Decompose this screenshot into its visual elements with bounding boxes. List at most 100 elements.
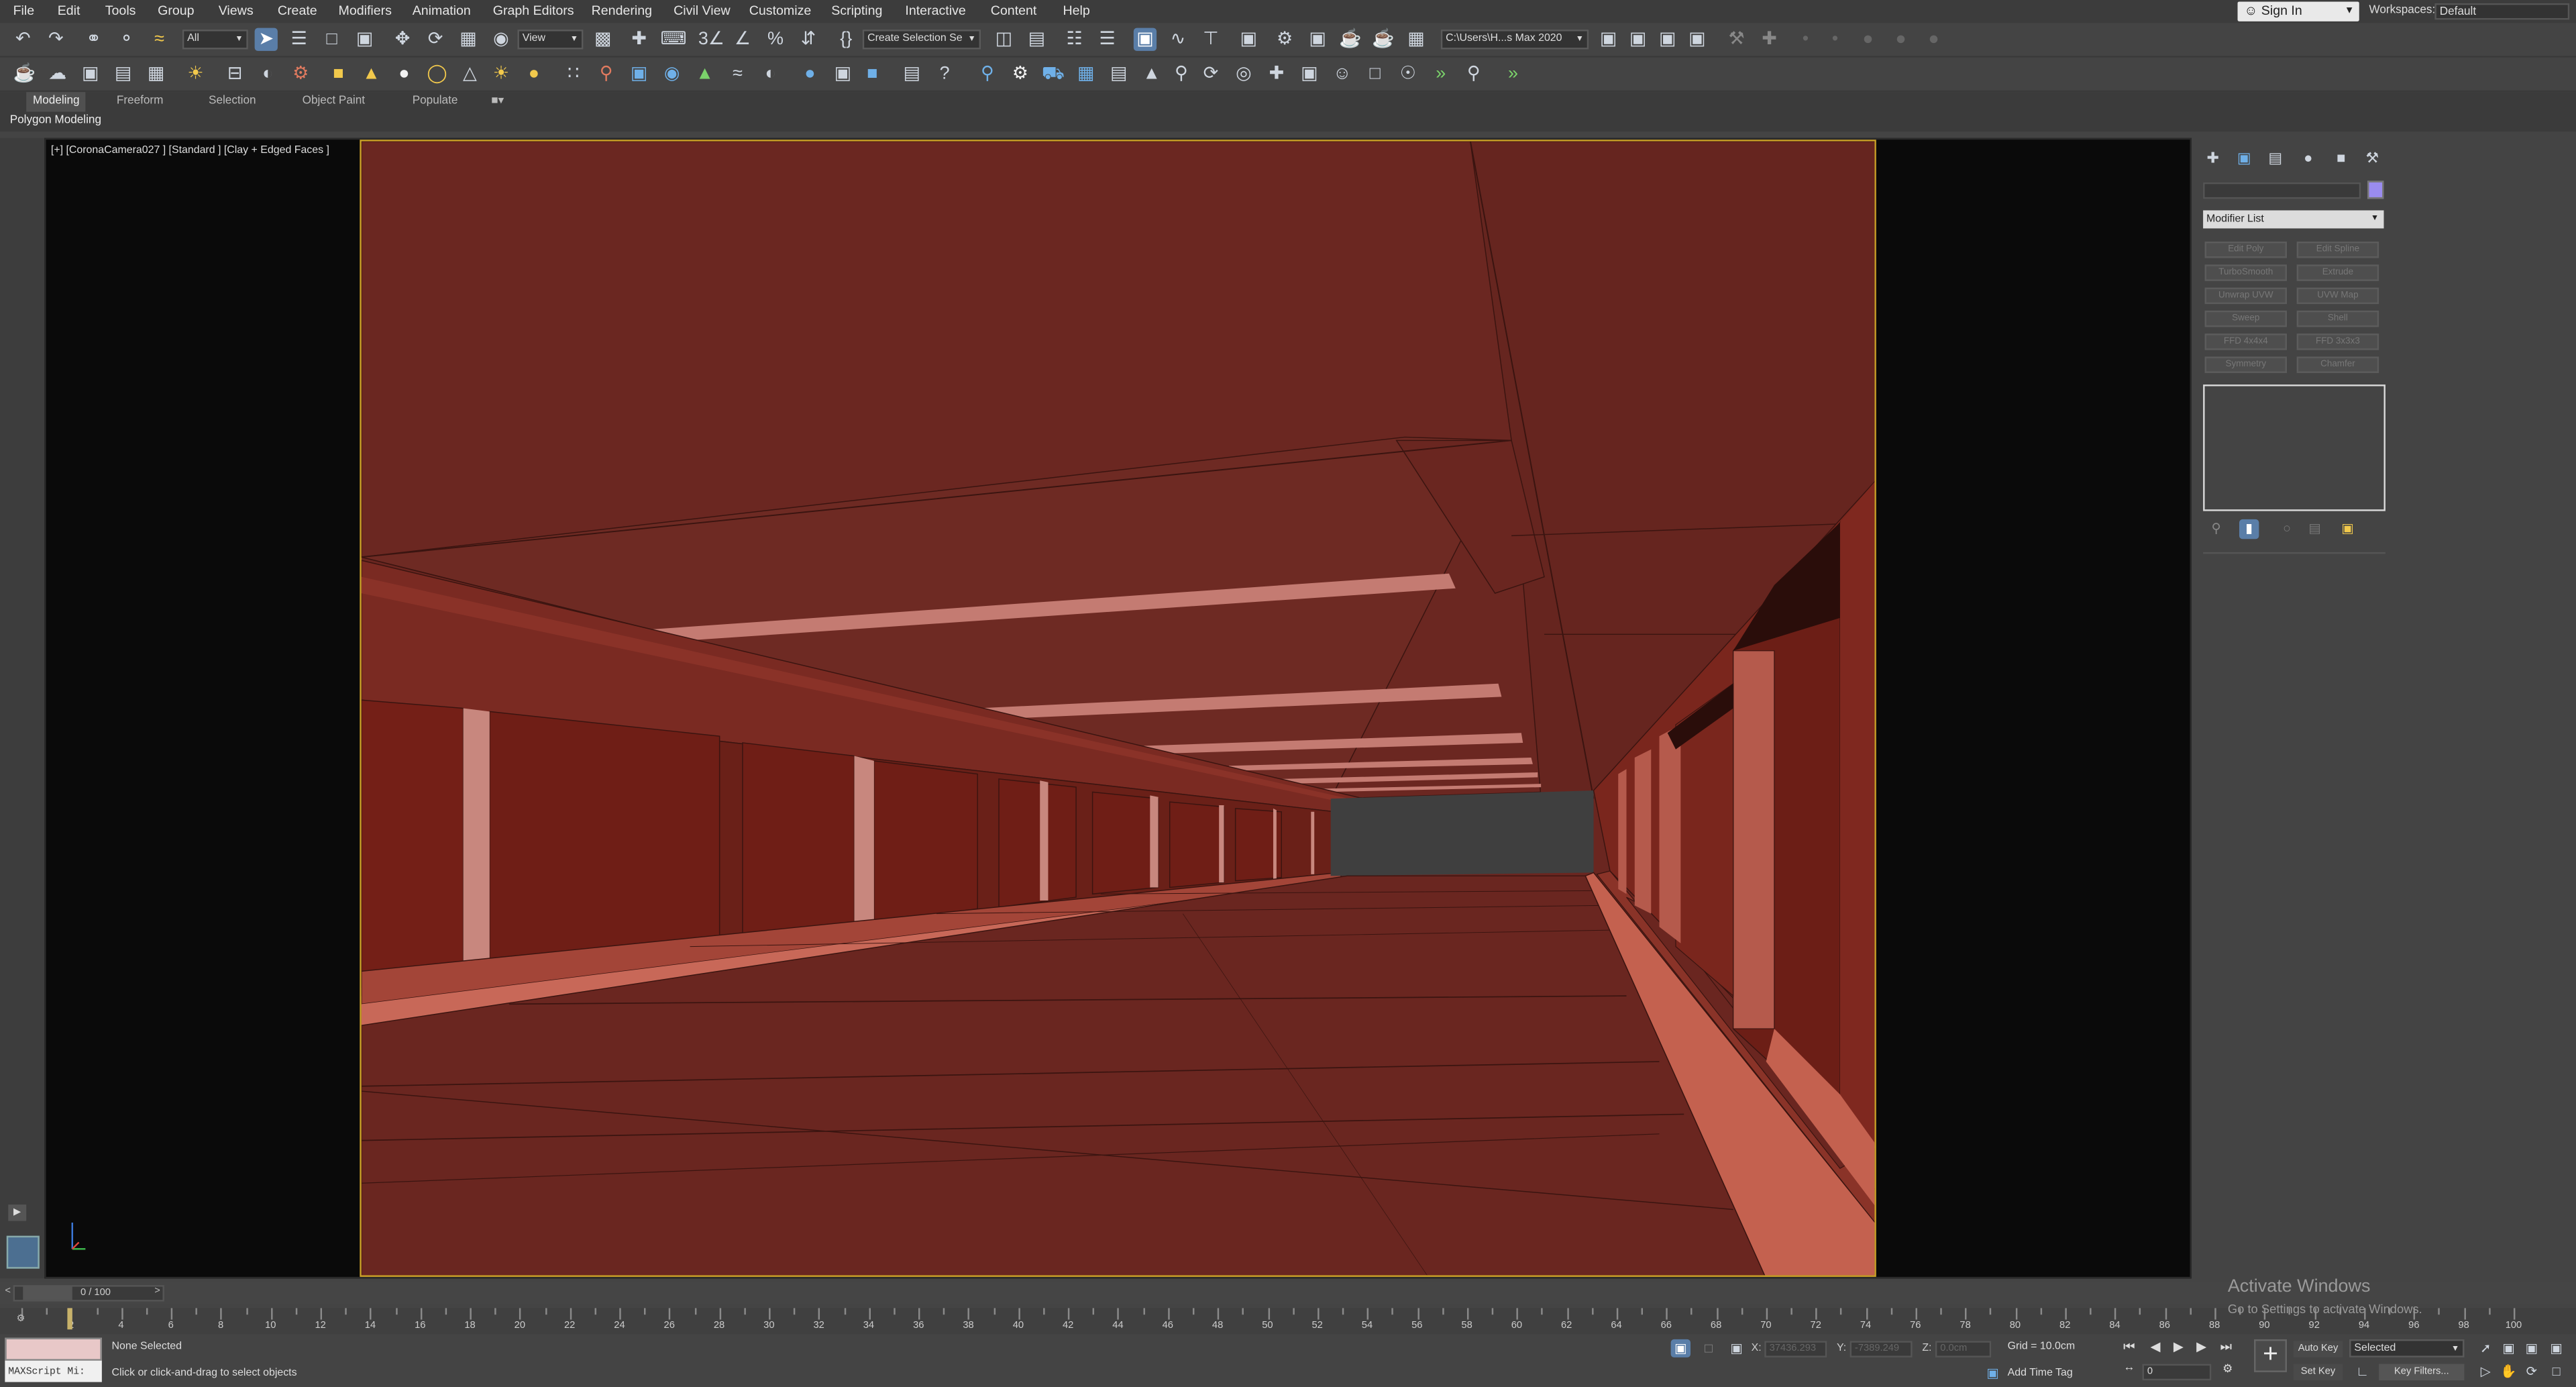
ribbon-options-icon[interactable]: ■▾ bbox=[491, 92, 504, 111]
zoom-extents-icon[interactable]: ▣ bbox=[2522, 1339, 2541, 1357]
plus-tool-icon[interactable]: ✚ bbox=[1758, 28, 1780, 51]
ref-coord-dropdown[interactable]: View ▼ bbox=[517, 30, 584, 50]
unwrap-uvw-button[interactable]: Unwrap UVW bbox=[2204, 287, 2288, 305]
redo-icon[interactable]: ↷ bbox=[44, 28, 67, 51]
grid-plus-icon[interactable]: ✚ bbox=[1265, 62, 1288, 85]
cloud-icon[interactable]: ☁ bbox=[46, 62, 69, 85]
menu-scripting[interactable]: Scripting bbox=[831, 0, 882, 23]
pin-icon[interactable]: ⚲ bbox=[976, 62, 999, 85]
menu-civil-view[interactable]: Civil View bbox=[674, 0, 731, 23]
chamfer-button[interactable]: Chamfer bbox=[2296, 356, 2379, 373]
tent-icon[interactable]: ▲ bbox=[1140, 62, 1163, 85]
curve-editor-icon[interactable]: ∿ bbox=[1167, 28, 1189, 51]
next-key-icon[interactable]: ▶ bbox=[2192, 1339, 2211, 1354]
go-to-start-icon[interactable]: ⏮ bbox=[2119, 1339, 2139, 1355]
box-outline-icon[interactable]: □ bbox=[1364, 62, 1387, 85]
scene-explorer-icon[interactable]: ☷ bbox=[1063, 28, 1086, 51]
select-object-icon[interactable]: ➤ bbox=[254, 28, 278, 51]
hierarchy-tab-icon[interactable]: ▤ bbox=[2264, 148, 2287, 167]
x-coordinate-field[interactable]: 37436.293 bbox=[1764, 1341, 1827, 1357]
target-icon[interactable]: ◎ bbox=[1232, 62, 1255, 85]
set-key-button[interactable]: Set Key bbox=[2293, 1364, 2343, 1381]
people-icon[interactable]: ☺ bbox=[1331, 62, 1354, 85]
motion-tab-icon[interactable]: ● bbox=[2297, 148, 2320, 167]
play-icon[interactable]: ▶ bbox=[2169, 1339, 2188, 1354]
tab-modeling[interactable]: Modeling bbox=[26, 92, 87, 112]
render-icon[interactable]: ☕ bbox=[1339, 28, 1362, 51]
ribbon-toggle-icon[interactable]: ▣ bbox=[1133, 28, 1157, 51]
maxscript-mini-listener[interactable]: MAXScript Mi: bbox=[5, 1360, 102, 1382]
prev-frame-icon[interactable]: < bbox=[5, 1287, 11, 1297]
gear-icon[interactable]: ⚙ bbox=[1009, 62, 1032, 85]
y-coordinate-field[interactable]: -7389.249 bbox=[1849, 1341, 1913, 1357]
ffd-3x3x3-button[interactable]: FFD 3x3x3 bbox=[2296, 333, 2379, 350]
bind-spacewarp-icon[interactable]: ≈ bbox=[148, 28, 170, 51]
menu-rendering[interactable]: Rendering bbox=[592, 0, 652, 23]
trackbar-filter-icon[interactable]: ⚙ bbox=[16, 1313, 25, 1325]
pyramid-icon[interactable]: △ bbox=[458, 62, 481, 85]
extrude-button[interactable]: Extrude bbox=[2296, 264, 2379, 281]
rotate-gear-icon[interactable]: ⟳ bbox=[1199, 62, 1222, 85]
tree-icon[interactable]: ▲ bbox=[693, 62, 716, 85]
symmetry-button[interactable]: Symmetry bbox=[2204, 356, 2288, 373]
sun-icon[interactable]: ☀ bbox=[490, 62, 513, 85]
align-icon[interactable]: ▤ bbox=[1025, 28, 1048, 51]
project-save-icon[interactable]: ▣ bbox=[1656, 28, 1679, 51]
edit-spline-button[interactable]: Edit Spline bbox=[2296, 242, 2379, 258]
unlink-icon[interactable]: ⚬ bbox=[115, 28, 138, 51]
layers-icon[interactable]: ▤ bbox=[900, 62, 923, 85]
percent-snap-icon[interactable]: % bbox=[764, 28, 787, 51]
camera-icon[interactable]: ◐ bbox=[759, 62, 782, 85]
sweep-button[interactable]: Sweep bbox=[2204, 310, 2288, 327]
add-time-tag[interactable]: Add Time Tag bbox=[2008, 1368, 2073, 1379]
document-icon[interactable]: ▤ bbox=[112, 62, 135, 85]
lock-selection-icon[interactable]: □ bbox=[1699, 1339, 1718, 1357]
pin-stack-icon[interactable]: ⚲ bbox=[2206, 519, 2226, 539]
time-tag-icon[interactable]: ▣ bbox=[1983, 1364, 2002, 1382]
ffd-4x4x4-button[interactable]: FFD 4x4x4 bbox=[2204, 333, 2288, 350]
material-editor-icon[interactable]: ▣ bbox=[1237, 28, 1260, 51]
zoom-all-icon[interactable]: ▣ bbox=[2499, 1339, 2518, 1357]
viewport-layout-button[interactable] bbox=[6, 1235, 40, 1269]
menu-edit[interactable]: Edit bbox=[58, 0, 80, 23]
undo-icon[interactable]: ↶ bbox=[11, 28, 34, 51]
viewport-label[interactable]: [+] [CoronaCamera027 ] [Standard ] [Clay… bbox=[51, 145, 329, 156]
modify-tab-icon[interactable]: ▣ bbox=[2233, 148, 2255, 167]
expand-layout-icon[interactable]: ▶ bbox=[8, 1204, 27, 1221]
menu-help[interactable]: Help bbox=[1063, 0, 1090, 23]
table-icon[interactable]: ▦ bbox=[145, 62, 168, 85]
modifier-list-dropdown[interactable]: Modifier List ▼ bbox=[2203, 210, 2384, 229]
uvw-map-button[interactable]: UVW Map bbox=[2296, 287, 2379, 305]
time-config-icon[interactable]: ⚙ bbox=[2218, 1362, 2237, 1376]
shell-button[interactable]: Shell bbox=[2296, 310, 2379, 327]
tab-object-paint[interactable]: Object Paint bbox=[303, 92, 365, 111]
helper-icon[interactable]: ⊟ bbox=[223, 62, 246, 85]
auto-key-button[interactable]: Auto Key bbox=[2293, 1341, 2343, 1357]
systems-icon[interactable]: ⚙ bbox=[289, 62, 312, 85]
place-icon[interactable]: ◉ bbox=[490, 28, 513, 51]
key-filters-button[interactable]: Key Filters... bbox=[2379, 1364, 2465, 1381]
render-setup-2-icon[interactable]: ▣ bbox=[831, 62, 854, 85]
object-color-swatch[interactable] bbox=[2367, 181, 2384, 199]
track-bar[interactable]: 2468101214161820222426283032343638404244… bbox=[0, 1308, 2576, 1335]
snaps-toggle-icon[interactable]: 3∠ bbox=[698, 28, 724, 51]
light-icon[interactable]: ☀ bbox=[184, 62, 207, 85]
rotate-icon[interactable]: ⟳ bbox=[424, 28, 447, 51]
globe-icon[interactable]: ◉ bbox=[660, 62, 683, 85]
box-icon[interactable]: ■ bbox=[327, 62, 350, 85]
current-frame-field[interactable]: 0 bbox=[2142, 1364, 2212, 1381]
orbit-icon[interactable]: ⟳ bbox=[2522, 1362, 2541, 1380]
modifier-stack[interactable] bbox=[2203, 384, 2385, 511]
menu-group[interactable]: Group bbox=[158, 0, 194, 23]
vehicle-icon[interactable]: ⛟ bbox=[1042, 62, 1065, 85]
circle-icon[interactable]: ● bbox=[1922, 28, 1945, 51]
show-end-result-icon[interactable]: ▮ bbox=[2239, 519, 2259, 540]
z-coordinate-field[interactable]: 0.0cm bbox=[1935, 1341, 1992, 1357]
menu-create[interactable]: Create bbox=[278, 0, 317, 23]
menu-views[interactable]: Views bbox=[219, 0, 254, 23]
edit-named-sets-icon[interactable]: {} bbox=[835, 28, 857, 51]
selection-filter-dropdown[interactable]: All ▼ bbox=[182, 30, 248, 50]
time-slider[interactable]: 0 / 100 bbox=[13, 1285, 164, 1302]
circle-icon[interactable]: ● bbox=[1889, 28, 1912, 51]
isolate-selection-icon[interactable]: ▣ bbox=[1670, 1339, 1691, 1357]
